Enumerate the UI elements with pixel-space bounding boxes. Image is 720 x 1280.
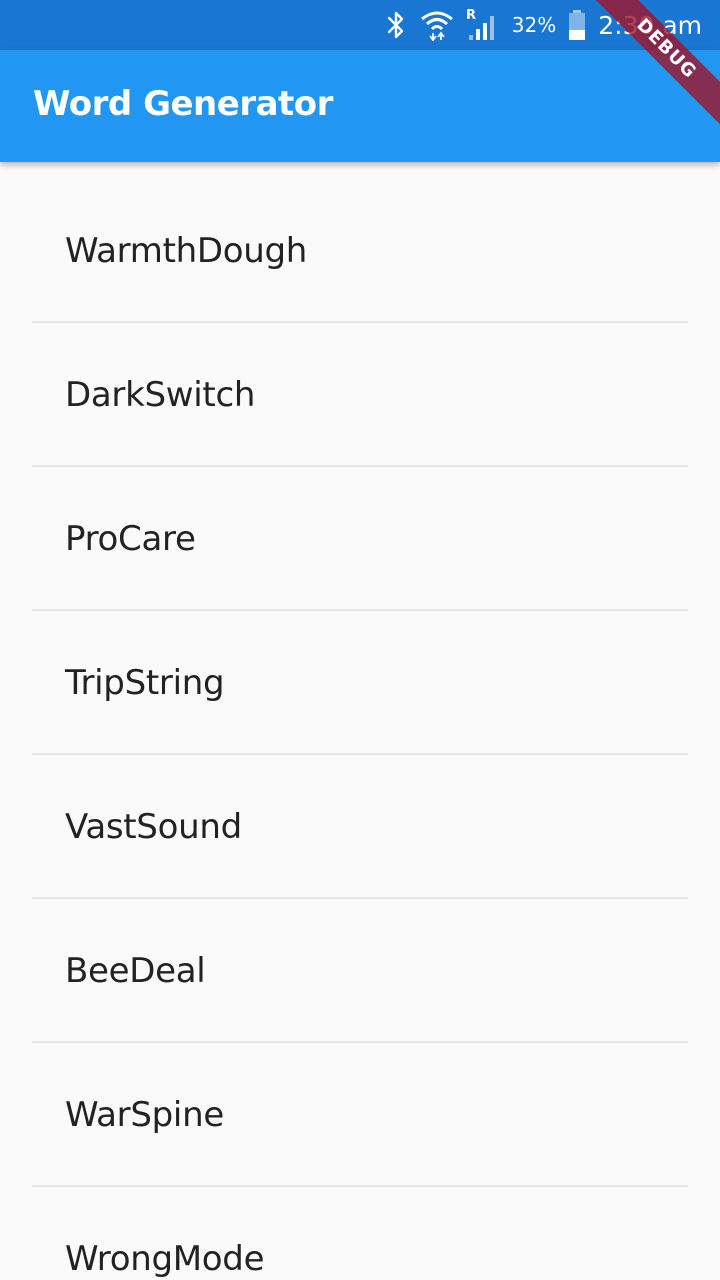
wifi-icon xyxy=(420,11,453,41)
word-list[interactable]: WarmthDough DarkSwitch ProCare TripStrin… xyxy=(0,162,720,1280)
list-item[interactable]: BeeDeal xyxy=(32,899,688,1043)
app-bar: Word Generator xyxy=(0,50,720,162)
word-label: WarSpine xyxy=(65,1095,224,1135)
list-item[interactable]: WarSpine xyxy=(32,1043,688,1187)
app-screen: R 32% 2:30 am Word Generator DEBUG Warmt… xyxy=(0,0,720,1280)
bluetooth-icon xyxy=(387,11,403,39)
signal-icon: R xyxy=(466,8,494,40)
app-title: Word Generator xyxy=(33,84,333,124)
list-item[interactable]: WrongMode xyxy=(32,1187,688,1280)
battery-icon xyxy=(569,10,586,40)
status-clock: 2:30 am xyxy=(598,10,702,40)
list-item[interactable]: ProCare xyxy=(32,467,688,611)
status-icons: R 32% 2:30 am xyxy=(384,0,702,50)
list-item[interactable]: WarmthDough xyxy=(32,162,688,323)
list-item[interactable]: VastSound xyxy=(32,755,688,899)
battery-percent: 32% xyxy=(511,13,557,37)
list-item[interactable]: DarkSwitch xyxy=(32,323,688,467)
word-label: BeeDeal xyxy=(65,951,206,991)
word-label: TripString xyxy=(65,663,225,703)
word-label: DarkSwitch xyxy=(65,375,256,415)
word-label: VastSound xyxy=(65,807,242,847)
word-label: ProCare xyxy=(65,519,196,559)
word-label: WrongMode xyxy=(65,1239,265,1279)
svg-text:R: R xyxy=(466,8,476,23)
status-bar: R 32% 2:30 am xyxy=(0,0,720,50)
list-item[interactable]: TripString xyxy=(32,611,688,755)
word-label: WarmthDough xyxy=(65,231,308,271)
